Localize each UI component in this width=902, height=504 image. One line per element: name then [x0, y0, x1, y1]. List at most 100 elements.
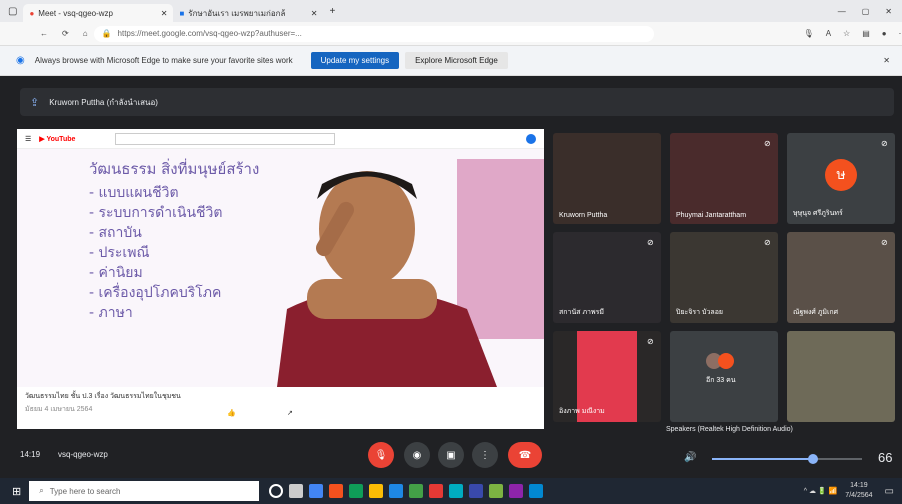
taskbar-app-icon[interactable]	[309, 484, 324, 498]
avatar: ษ	[825, 159, 857, 191]
others-count: อีก 33 คน	[706, 377, 736, 384]
meeting-code: vsq-qgeo-wzp	[58, 450, 108, 459]
present-button[interactable]: ▣	[438, 442, 464, 468]
mic-off-icon: ⊘	[881, 139, 888, 148]
taskbar-app-icon[interactable]	[369, 484, 384, 498]
mic-off-icon: ⊘	[764, 238, 771, 247]
like-icon[interactable]: 👍	[227, 409, 236, 417]
participant-tile[interactable]	[787, 331, 895, 422]
volume-slider-thumb[interactable]	[808, 454, 818, 464]
taskbar-app-icon[interactable]	[489, 484, 504, 498]
youtube-search-input[interactable]	[115, 132, 336, 145]
presented-screen: ☰ ▶ YouTube วัฒนธรรม สิ่งที่มนุษย์สร้าง …	[17, 129, 544, 429]
close-tab-icon[interactable]: ✕	[161, 9, 168, 18]
address-bar-row: ← ⟳ ⌂ 🔒 https://meet.google.com/vsq-qgeo…	[0, 22, 902, 46]
profile-icon[interactable]: ●	[882, 29, 887, 38]
slide-item: - เครื่องอุปโภคบริโภค	[89, 285, 222, 301]
share-icon[interactable]: ↗	[287, 409, 293, 417]
participant-tile[interactable]: ⊘ ปิยะจิรา บัวลอย	[670, 232, 778, 323]
read-aloud-icon[interactable]: A	[826, 29, 831, 38]
taskbar-search-input[interactable]: ⌕ Type here to search	[29, 481, 260, 501]
taskbar-app-icon[interactable]	[409, 484, 424, 498]
youtube-header: ☰ ▶ YouTube	[17, 129, 544, 149]
mic-off-icon: ⊘	[647, 337, 654, 346]
slide-heading: วัฒนธรรม สิ่งที่มนุษย์สร้าง	[89, 160, 260, 178]
taskbar-app-icon[interactable]	[469, 484, 484, 498]
taskbar-app-icon[interactable]	[329, 484, 344, 498]
meeting-time: 14:19	[20, 450, 41, 459]
youtube-logo: ▶ YouTube	[39, 135, 76, 143]
meet-area: ⇪ Kruworn Puttha (กำลังนำเสนอ) ☰ ▶ YouTu…	[0, 76, 902, 478]
participant-name: สกานัส ภาพรมี	[559, 309, 604, 316]
tab-meet[interactable]: ● Meet - vsq-qgeo-wzp ✕	[23, 4, 174, 22]
browser-tab-bar: ▢ ● Meet - vsq-qgeo-wzp ✕ ■ รักษาอันเรา …	[0, 0, 902, 22]
mic-button[interactable]: 🎙	[368, 442, 394, 468]
window-menu-icon[interactable]: ▢	[8, 6, 17, 17]
menu-icon[interactable]: ☰	[25, 135, 31, 143]
taskbar-app-icon[interactable]	[349, 484, 364, 498]
close-tab-icon[interactable]: ✕	[311, 9, 318, 18]
close-infobar-icon[interactable]: ✕	[883, 56, 890, 65]
close-window-icon[interactable]: ✕	[885, 7, 892, 16]
minimize-icon[interactable]: —	[838, 7, 846, 16]
taskbar-app-icon[interactable]	[529, 484, 544, 498]
participant-tile[interactable]: อีก 33 คน	[670, 331, 778, 422]
taskbar-app-icon[interactable]	[389, 484, 404, 498]
home-icon[interactable]: ⌂	[83, 29, 88, 38]
windows-start-icon[interactable]: ⊞	[12, 485, 21, 498]
task-view-icon[interactable]	[289, 484, 304, 498]
mic-permission-icon[interactable]: 🎙	[804, 29, 814, 38]
slide-text: วัฒนธรรม สิ่งที่มนุษย์สร้าง - แบบแผนชีวิ…	[89, 159, 259, 323]
search-icon: ⌕	[39, 486, 44, 495]
video-title: วัฒนธรรมไทย ชั้น ป.3 เรื่อง วัฒนธรรมไทยใ…	[25, 393, 181, 400]
volume-slider[interactable]	[712, 454, 862, 464]
taskbar: ⊞ ⌕ Type here to search ^ ☁ 🔋 📶 14:19 7/…	[0, 478, 902, 504]
collections-icon[interactable]: ▤	[862, 29, 870, 38]
taskbar-app-icon[interactable]	[449, 484, 464, 498]
participant-tile[interactable]: ⊘ อิงภาพ มณีงาม	[553, 331, 661, 422]
edge-favicon-icon: ■	[179, 8, 185, 18]
taskbar-app-icon[interactable]	[429, 484, 444, 498]
cortana-icon[interactable]	[269, 484, 284, 498]
participant-tile[interactable]: ⊘ ณัฐพงศ์ ภูมิเกศ	[787, 232, 895, 323]
taskbar-app-icon[interactable]	[509, 484, 524, 498]
video-info: วัฒนธรรมไทย ชั้น ป.3 เรื่อง วัฒนธรรมไทยใ…	[17, 387, 544, 429]
presenter-figure	[277, 159, 544, 387]
participant-tile[interactable]: ⊘ ษ ษุษุนุจ ศรีภูรินทร์	[787, 133, 895, 224]
presenter-bar: ⇪ Kruworn Puttha (กำลังนำเสนอ)	[20, 88, 894, 116]
participant-name: ณัฐพงศ์ ภูมิเกศ	[793, 309, 839, 316]
participant-tile[interactable]: Kruworn Puttha	[553, 133, 661, 224]
explore-edge-button[interactable]: Explore Microsoft Edge	[405, 52, 508, 69]
participant-tile[interactable]: ⊘ สกานัส ภาพรมี	[553, 232, 661, 323]
speaker-label: Speakers (Realtek High Definition Audio)	[666, 426, 793, 433]
slide-item: - แบบแผนชีวิต	[89, 185, 179, 201]
participant-name: ปิยะจิรา บัวลอย	[676, 309, 724, 316]
new-tab-icon[interactable]: +	[329, 6, 335, 17]
refresh-icon[interactable]: ⟳	[62, 29, 69, 38]
mic-off-icon: ⊘	[764, 139, 771, 148]
slide-item: - ประเพณี	[89, 245, 150, 261]
url-field[interactable]: 🔒 https://meet.google.com/vsq-qgeo-wzp?a…	[93, 25, 654, 42]
participant-tile[interactable]: ⊘ Phuymai Jantarattham	[670, 133, 778, 224]
maximize-icon[interactable]: ▢	[862, 7, 870, 16]
volume-panel: Speakers (Realtek High Definition Audio)…	[666, 424, 902, 478]
slide-item: - ระบบการดำเนินชีวิต	[89, 205, 223, 221]
edge-logo-icon: ◉	[16, 55, 25, 66]
more-options-button[interactable]: ⋮	[472, 442, 498, 468]
mic-off-icon: ⊘	[647, 238, 654, 247]
clock[interactable]: 14:19 7/4/2564	[845, 481, 872, 501]
slide-item: - ค่านิยม	[89, 265, 143, 281]
speaker-icon: 🔊	[684, 452, 697, 463]
update-settings-button[interactable]: Update my settings	[310, 52, 400, 69]
camera-button[interactable]: ◉	[404, 442, 430, 468]
user-avatar-icon[interactable]	[526, 133, 536, 144]
tab-youtube[interactable]: ■ รักษาอันเรา เมรพยาเมก่อกล้ ✕	[173, 4, 323, 22]
notifications-icon[interactable]: ▭	[885, 486, 894, 497]
tray-icons[interactable]: ^ ☁ 🔋 📶	[804, 487, 838, 495]
end-call-button[interactable]: ☎	[508, 442, 542, 468]
participant-name: ษุษุนุจ ศรีภูรินทร์	[793, 210, 843, 217]
more-icon[interactable]: ⋯	[899, 29, 902, 38]
favorites-icon[interactable]: ☆	[843, 29, 850, 38]
back-icon[interactable]: ←	[40, 29, 48, 38]
slide-item: - สถาบัน	[89, 225, 142, 241]
